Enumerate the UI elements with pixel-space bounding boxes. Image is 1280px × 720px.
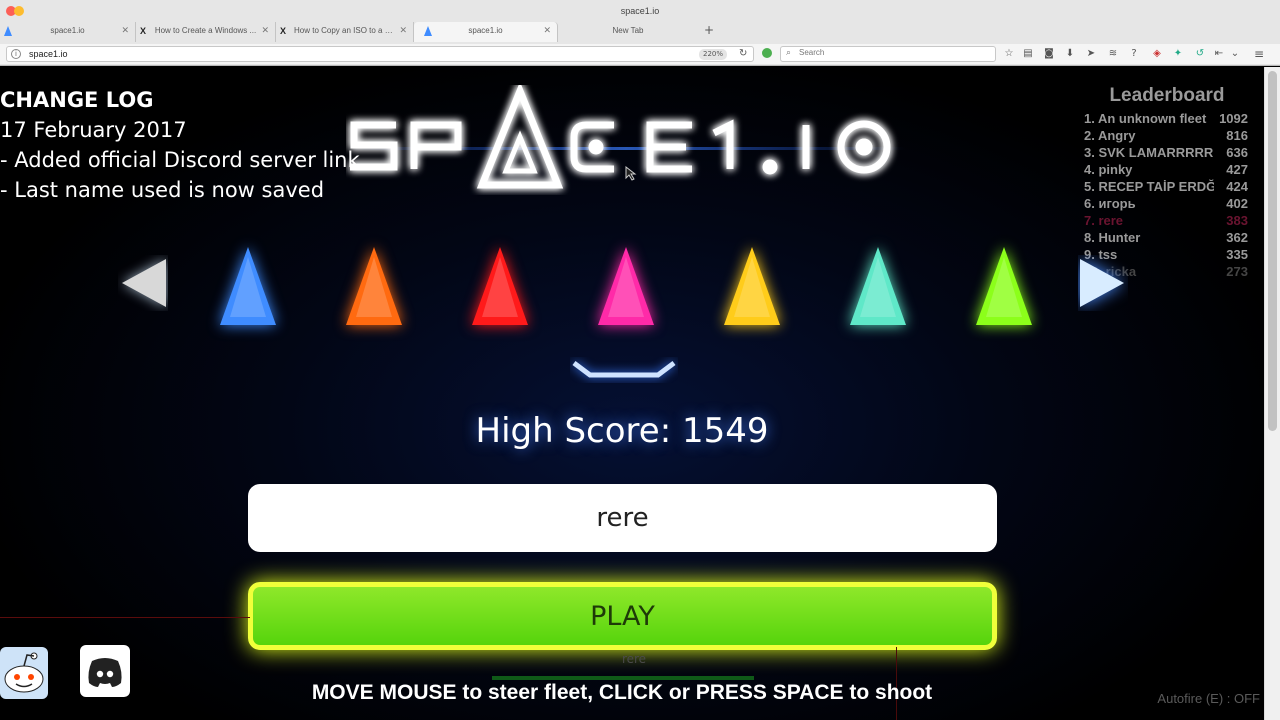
discord-icon	[88, 658, 122, 687]
change-log: CHANGE LOG 17 February 2017 - Added offi…	[0, 85, 360, 205]
tab-space1-first[interactable]: space1.io ✕	[0, 22, 136, 42]
extension-icon[interactable]: ✦	[1171, 47, 1185, 61]
reddit-button[interactable]	[0, 647, 48, 699]
leaderboard-row-current-player: 7. rere 383	[1084, 213, 1248, 228]
leaderboard-row: 6. игорь 402	[1084, 196, 1248, 211]
pink-ship-icon[interactable]	[592, 243, 660, 329]
search-icon: ⌕	[786, 48, 792, 58]
close-tab-icon[interactable]: ✕	[261, 25, 269, 36]
play-button[interactable]: PLAY	[248, 582, 997, 650]
tab-space1-active[interactable]: space1.io ✕	[414, 22, 558, 42]
tab-iso-guide[interactable]: X How to Copy an ISO to a U... ✕	[276, 22, 414, 42]
player-name-input[interactable]	[248, 484, 997, 552]
x-icon: X	[280, 26, 287, 36]
blue-triangle-icon	[4, 26, 14, 38]
window-title: space1.io	[620, 6, 660, 16]
next-ship-arrow-icon[interactable]	[1078, 255, 1128, 311]
ship-selector	[110, 243, 1150, 333]
share-icon[interactable]: ⇤	[1212, 47, 1226, 61]
autofire-status: Autofire (E) : OFF	[1157, 691, 1260, 706]
overflow-chevron-icon[interactable]: ⌄	[1228, 47, 1242, 61]
blue-ship-icon[interactable]	[214, 243, 282, 329]
url-text[interactable]: space1.io	[29, 49, 68, 59]
orange-ship-icon[interactable]	[340, 243, 408, 329]
tab-strip: space1.io ✕ X How to Create a Windows ..…	[0, 22, 1280, 42]
tab-label: How to Copy an ISO to a U...	[294, 26, 395, 35]
previous-ship-arrow-icon[interactable]	[118, 255, 168, 311]
info-icon[interactable]: i	[11, 49, 21, 59]
vertical-scrollbar[interactable]	[1264, 67, 1280, 720]
sync-icon[interactable]: ↺	[1193, 47, 1207, 61]
rss-icon[interactable]: ≋	[1106, 47, 1120, 61]
browser-chrome: space1.io space1.io ✕ X How to Create a …	[0, 0, 1280, 66]
address-bar[interactable]: i space1.io 220% ↻	[6, 46, 754, 62]
star-icon[interactable]: ☆	[1002, 47, 1016, 61]
red-ship-icon[interactable]	[466, 243, 534, 329]
tab-new-tab[interactable]: New Tab	[558, 22, 698, 42]
tab-windows-guide[interactable]: X How to Create a Windows ... ✕	[136, 22, 276, 42]
help-icon[interactable]: ?	[1127, 47, 1141, 61]
leaderboard-row: 4. pinky 427	[1084, 162, 1248, 177]
leaderboard-row: 3. SVK LAMARRRRRRRR636	[1084, 145, 1248, 160]
download-icon[interactable]: ⬇	[1063, 47, 1077, 61]
high-score-text: High Score: 1549	[475, 411, 769, 451]
mouse-cursor-icon	[625, 166, 637, 181]
change-log-date: 17 February 2017	[0, 118, 187, 142]
tab-label: New Tab	[612, 26, 644, 35]
tab-label: space1.io	[50, 26, 85, 35]
title-bar: space1.io	[0, 0, 1280, 22]
leaderboard-row: 2. Angry 816	[1084, 128, 1248, 143]
close-tab-icon[interactable]: ✕	[399, 25, 407, 36]
scrollbar-thumb[interactable]	[1268, 71, 1277, 431]
background-trail-line	[0, 617, 250, 618]
instructions-text: MOVE MOUSE to steer fleet, CLICK or PRES…	[311, 681, 933, 704]
tab-label: How to Create a Windows ...	[154, 26, 257, 35]
close-tab-icon[interactable]: ✕	[543, 25, 551, 36]
menu-icon[interactable]: ≡	[1252, 47, 1266, 61]
minimize-window-button[interactable]	[14, 6, 24, 16]
reddit-icon	[4, 652, 44, 693]
new-tab-button[interactable]: +	[704, 23, 714, 37]
change-log-title: CHANGE LOG	[0, 88, 154, 112]
search-box[interactable]: ⌕	[780, 46, 996, 62]
extension-status-icon[interactable]	[762, 48, 772, 58]
selected-ship-indicator-icon	[572, 361, 676, 378]
fleet-health-bar	[492, 676, 754, 680]
tab-label: space1.io	[468, 26, 503, 35]
fleet-name-label: rere	[621, 652, 647, 666]
navigation-bar: i space1.io 220% ↻ ⌕ ☆ ▤ ◙ ⬇ ➤ ≋ ? ◈ ✦ ↺…	[0, 44, 1280, 64]
clipboard-icon[interactable]: ▤	[1021, 47, 1035, 61]
lime-ship-icon[interactable]	[970, 243, 1038, 329]
ublock-icon[interactable]: ◈	[1150, 47, 1164, 61]
game-canvas[interactable]: CHANGE LOG 17 February 2017 - Added offi…	[0, 67, 1264, 720]
pocket-icon[interactable]: ◙	[1042, 47, 1056, 61]
discord-button[interactable]	[80, 645, 130, 697]
x-icon: X	[140, 26, 147, 36]
leaderboard-row: 5. RECEP TAİP ERDĞ 424	[1084, 179, 1248, 194]
send-icon[interactable]: ➤	[1084, 47, 1098, 61]
leaderboard-row: 1. An unknown fleet 1092	[1084, 111, 1248, 126]
reload-icon[interactable]: ↻	[739, 48, 747, 59]
change-log-item: - Last name used is now saved	[0, 178, 325, 202]
zoom-level-badge[interactable]: 220%	[699, 49, 728, 60]
teal-ship-icon[interactable]	[844, 243, 912, 329]
change-log-item: - Added official Discord server link	[0, 148, 360, 172]
yellow-ship-icon[interactable]	[718, 243, 786, 329]
search-input[interactable]	[799, 48, 989, 57]
leaderboard-title: Leaderboard	[1109, 85, 1225, 106]
close-tab-icon[interactable]: ✕	[121, 25, 129, 36]
